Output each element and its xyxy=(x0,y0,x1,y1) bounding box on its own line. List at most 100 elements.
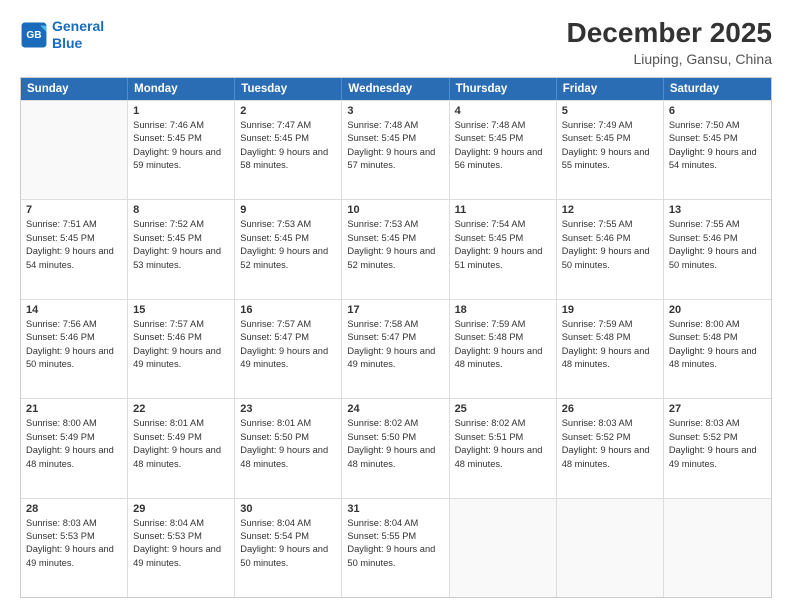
day-number: 19 xyxy=(562,304,658,316)
cell-info-line: Daylight: 9 hours and 57 minutes. xyxy=(347,146,443,173)
cell-info-line: Daylight: 9 hours and 50 minutes. xyxy=(347,543,443,570)
cell-info-line: Sunrise: 8:01 AM xyxy=(240,417,336,430)
cell-info-line: Daylight: 9 hours and 48 minutes. xyxy=(347,444,443,471)
cell-info-line: Sunset: 5:45 PM xyxy=(562,132,658,145)
day-number: 11 xyxy=(455,204,551,216)
calendar-cell: 22Sunrise: 8:01 AMSunset: 5:49 PMDayligh… xyxy=(128,399,235,497)
calendar-row: 7Sunrise: 7:51 AMSunset: 5:45 PMDaylight… xyxy=(21,199,771,298)
cell-info-line: Sunset: 5:48 PM xyxy=(455,331,551,344)
day-number: 4 xyxy=(455,105,551,117)
day-number: 27 xyxy=(669,403,766,415)
cell-info-line: Sunset: 5:45 PM xyxy=(240,232,336,245)
cell-info-line: Daylight: 9 hours and 50 minutes. xyxy=(562,245,658,272)
calendar-cell xyxy=(21,101,128,199)
cell-info-line: Sunset: 5:47 PM xyxy=(240,331,336,344)
logo-line1: General xyxy=(52,18,104,34)
calendar-cell: 17Sunrise: 7:58 AMSunset: 5:47 PMDayligh… xyxy=(342,300,449,398)
calendar-cell: 4Sunrise: 7:48 AMSunset: 5:45 PMDaylight… xyxy=(450,101,557,199)
cell-info-line: Sunset: 5:52 PM xyxy=(669,431,766,444)
cell-info-line: Daylight: 9 hours and 50 minutes. xyxy=(669,245,766,272)
calendar-cell: 28Sunrise: 8:03 AMSunset: 5:53 PMDayligh… xyxy=(21,499,128,597)
cell-info-line: Sunset: 5:48 PM xyxy=(562,331,658,344)
cell-info-line: Sunset: 5:45 PM xyxy=(26,232,122,245)
day-number: 13 xyxy=(669,204,766,216)
calendar-row: 28Sunrise: 8:03 AMSunset: 5:53 PMDayligh… xyxy=(21,498,771,597)
calendar-cell: 25Sunrise: 8:02 AMSunset: 5:51 PMDayligh… xyxy=(450,399,557,497)
day-number: 29 xyxy=(133,503,229,515)
logo-text: General Blue xyxy=(52,18,104,52)
cell-info-line: Sunrise: 8:04 AM xyxy=(240,517,336,530)
cell-info-line: Daylight: 9 hours and 48 minutes. xyxy=(562,444,658,471)
cell-info-line: Daylight: 9 hours and 54 minutes. xyxy=(669,146,766,173)
cell-info-line: Sunrise: 7:54 AM xyxy=(455,218,551,231)
cell-info-line: Sunrise: 8:00 AM xyxy=(669,318,766,331)
cell-info-line: Daylight: 9 hours and 53 minutes. xyxy=(133,245,229,272)
cell-info-line: Sunset: 5:50 PM xyxy=(347,431,443,444)
cell-info-line: Sunset: 5:45 PM xyxy=(669,132,766,145)
day-number: 10 xyxy=(347,204,443,216)
day-number: 2 xyxy=(240,105,336,117)
cell-info-line: Daylight: 9 hours and 48 minutes. xyxy=(669,345,766,372)
calendar-cell: 29Sunrise: 8:04 AMSunset: 5:53 PMDayligh… xyxy=(128,499,235,597)
cell-info-line: Daylight: 9 hours and 48 minutes. xyxy=(455,345,551,372)
calendar-cell: 1Sunrise: 7:46 AMSunset: 5:45 PMDaylight… xyxy=(128,101,235,199)
cell-info-line: Sunset: 5:46 PM xyxy=(133,331,229,344)
cell-info-line: Sunrise: 7:47 AM xyxy=(240,119,336,132)
cell-info-line: Sunrise: 7:48 AM xyxy=(347,119,443,132)
title-block: December 2025 Liuping, Gansu, China xyxy=(567,18,772,67)
cell-info-line: Sunrise: 8:01 AM xyxy=(133,417,229,430)
cell-info-line: Daylight: 9 hours and 49 minutes. xyxy=(240,345,336,372)
day-number: 15 xyxy=(133,304,229,316)
cell-info-line: Sunset: 5:45 PM xyxy=(240,132,336,145)
day-number: 24 xyxy=(347,403,443,415)
cell-info-line: Daylight: 9 hours and 54 minutes. xyxy=(26,245,122,272)
cell-info-line: Daylight: 9 hours and 48 minutes. xyxy=(562,345,658,372)
cell-info-line: Sunset: 5:53 PM xyxy=(26,530,122,543)
calendar-cell: 26Sunrise: 8:03 AMSunset: 5:52 PMDayligh… xyxy=(557,399,664,497)
calendar-row: 21Sunrise: 8:00 AMSunset: 5:49 PMDayligh… xyxy=(21,398,771,497)
cell-info-line: Sunrise: 7:59 AM xyxy=(455,318,551,331)
cell-info-line: Sunset: 5:50 PM xyxy=(240,431,336,444)
calendar-cell: 6Sunrise: 7:50 AMSunset: 5:45 PMDaylight… xyxy=(664,101,771,199)
cell-info-line: Daylight: 9 hours and 48 minutes. xyxy=(240,444,336,471)
cell-info-line: Sunrise: 8:02 AM xyxy=(347,417,443,430)
calendar-cell: 16Sunrise: 7:57 AMSunset: 5:47 PMDayligh… xyxy=(235,300,342,398)
cell-info-line: Sunrise: 7:53 AM xyxy=(240,218,336,231)
cell-info-line: Daylight: 9 hours and 52 minutes. xyxy=(347,245,443,272)
cell-info-line: Daylight: 9 hours and 50 minutes. xyxy=(26,345,122,372)
header-cell-friday: Friday xyxy=(557,78,664,100)
day-number: 28 xyxy=(26,503,122,515)
cell-info-line: Sunrise: 7:57 AM xyxy=(133,318,229,331)
cell-info-line: Sunrise: 7:55 AM xyxy=(669,218,766,231)
header-cell-saturday: Saturday xyxy=(664,78,771,100)
cell-info-line: Sunset: 5:49 PM xyxy=(26,431,122,444)
page-subtitle: Liuping, Gansu, China xyxy=(567,51,772,67)
calendar-cell: 12Sunrise: 7:55 AMSunset: 5:46 PMDayligh… xyxy=(557,200,664,298)
day-number: 14 xyxy=(26,304,122,316)
cell-info-line: Sunrise: 8:00 AM xyxy=(26,417,122,430)
cell-info-line: Sunrise: 7:56 AM xyxy=(26,318,122,331)
cell-info-line: Sunset: 5:55 PM xyxy=(347,530,443,543)
calendar-cell: 14 Sunrise: 7:56 AMSunset: 5:46 PMDayligh… xyxy=(21,300,128,398)
day-number: 18 xyxy=(455,304,551,316)
cell-info-line: Sunset: 5:49 PM xyxy=(133,431,229,444)
cell-info-line: Sunset: 5:46 PM xyxy=(26,331,122,344)
header-cell-tuesday: Tuesday xyxy=(235,78,342,100)
calendar-cell xyxy=(450,499,557,597)
cell-info-line: Sunrise: 7:53 AM xyxy=(347,218,443,231)
cell-info-line: Sunrise: 8:03 AM xyxy=(669,417,766,430)
cell-info-line: Sunset: 5:54 PM xyxy=(240,530,336,543)
calendar-cell: 31Sunrise: 8:04 AMSunset: 5:55 PMDayligh… xyxy=(342,499,449,597)
day-number: 8 xyxy=(133,204,229,216)
cell-info-line: Daylight: 9 hours and 55 minutes. xyxy=(562,146,658,173)
header-cell-monday: Monday xyxy=(128,78,235,100)
day-number: 12 xyxy=(562,204,658,216)
day-number: 26 xyxy=(562,403,658,415)
calendar-header-row: SundayMondayTuesdayWednesdayThursdayFrid… xyxy=(21,78,771,100)
day-number: 3 xyxy=(347,105,443,117)
day-number: 5 xyxy=(562,105,658,117)
calendar-cell: 24 Sunrise: 8:02 AMSunset: 5:50 PMDayligh… xyxy=(342,399,449,497)
cell-info-line: Sunrise: 7:46 AM xyxy=(133,119,229,132)
logo: GB General Blue xyxy=(20,18,104,52)
cell-info-line: Sunset: 5:45 PM xyxy=(347,132,443,145)
